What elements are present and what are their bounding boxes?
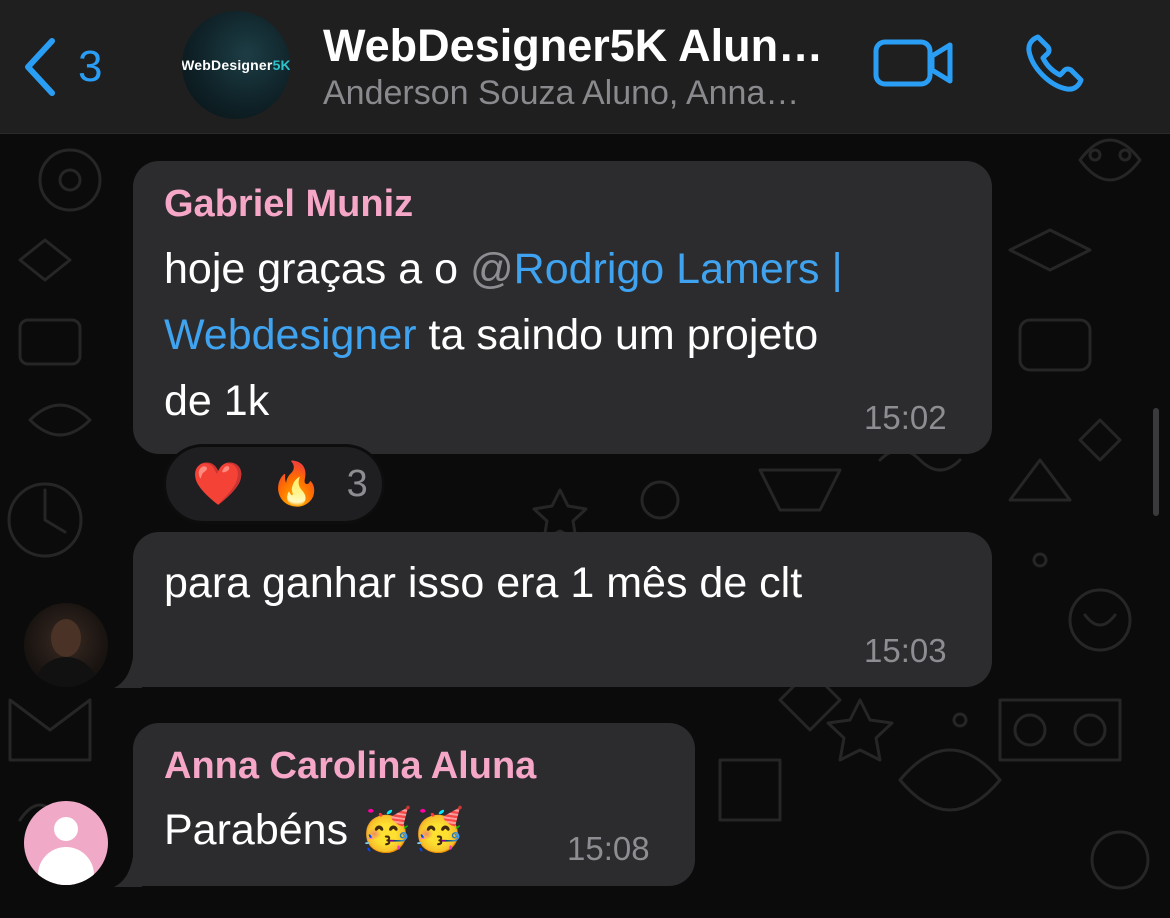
message-text: Parabéns 🥳🥳 bbox=[164, 806, 465, 854]
message-text-line: de 1k bbox=[164, 377, 270, 425]
video-camera-icon[interactable] bbox=[872, 38, 954, 88]
message-bubble[interactable]: Anna Carolina Aluna Parabéns 🥳🥳 15:08 bbox=[133, 723, 695, 886]
message-text: para ganhar isso era 1 mês de clt bbox=[164, 559, 803, 607]
sender-name[interactable]: Gabriel Muniz bbox=[164, 183, 413, 226]
group-logo: WebDesigner5K bbox=[182, 57, 290, 73]
message-bubble[interactable]: para ganhar isso era 1 mês de clt 15:03 bbox=[133, 532, 992, 687]
message-text-line: Webdesigner ta saindo um projeto bbox=[164, 311, 819, 359]
group-avatar[interactable]: WebDesigner5K bbox=[182, 11, 290, 119]
scroll-indicator[interactable] bbox=[1153, 408, 1159, 516]
message-bubble[interactable]: Gabriel Muniz hoje graças a o @Rodrigo L… bbox=[133, 161, 992, 454]
message-time: 15:03 bbox=[864, 632, 947, 669]
fire-emoji: 🔥 bbox=[270, 460, 323, 507]
message-text-line: hoje graças a o @Rodrigo Lamers | bbox=[164, 245, 843, 293]
bubble-tail bbox=[114, 650, 142, 688]
default-user-icon[interactable] bbox=[24, 801, 108, 885]
phone-icon[interactable] bbox=[1024, 32, 1086, 94]
heart-emoji: ❤️ bbox=[192, 460, 245, 507]
message-time: 15:02 bbox=[864, 399, 947, 436]
mention-link[interactable]: Rodrigo Lamers | bbox=[514, 245, 843, 293]
chat-participants[interactable]: Anderson Souza Aluno, Anna… bbox=[323, 74, 799, 113]
reaction-count: 3 bbox=[346, 462, 368, 505]
chevron-left-icon bbox=[25, 38, 55, 96]
reactions-pill[interactable]: ❤️ 🔥 3 bbox=[163, 444, 385, 524]
unread-count: 3 bbox=[78, 42, 103, 91]
message-time: 15:08 bbox=[567, 830, 650, 867]
bubble-tail bbox=[114, 849, 142, 887]
mention-link[interactable]: Webdesigner bbox=[164, 311, 417, 359]
chat-title[interactable]: WebDesigner5K Alun… bbox=[323, 20, 823, 72]
back-button[interactable]: 3 bbox=[22, 32, 142, 102]
party-face-emoji: 🥳🥳 bbox=[360, 806, 465, 853]
sender-avatar[interactable] bbox=[24, 603, 108, 687]
chat-header: 3 WebDesigner5K WebDesigner5K Alun… Ande… bbox=[0, 0, 1170, 134]
sender-name[interactable]: Anna Carolina Aluna bbox=[164, 745, 536, 788]
